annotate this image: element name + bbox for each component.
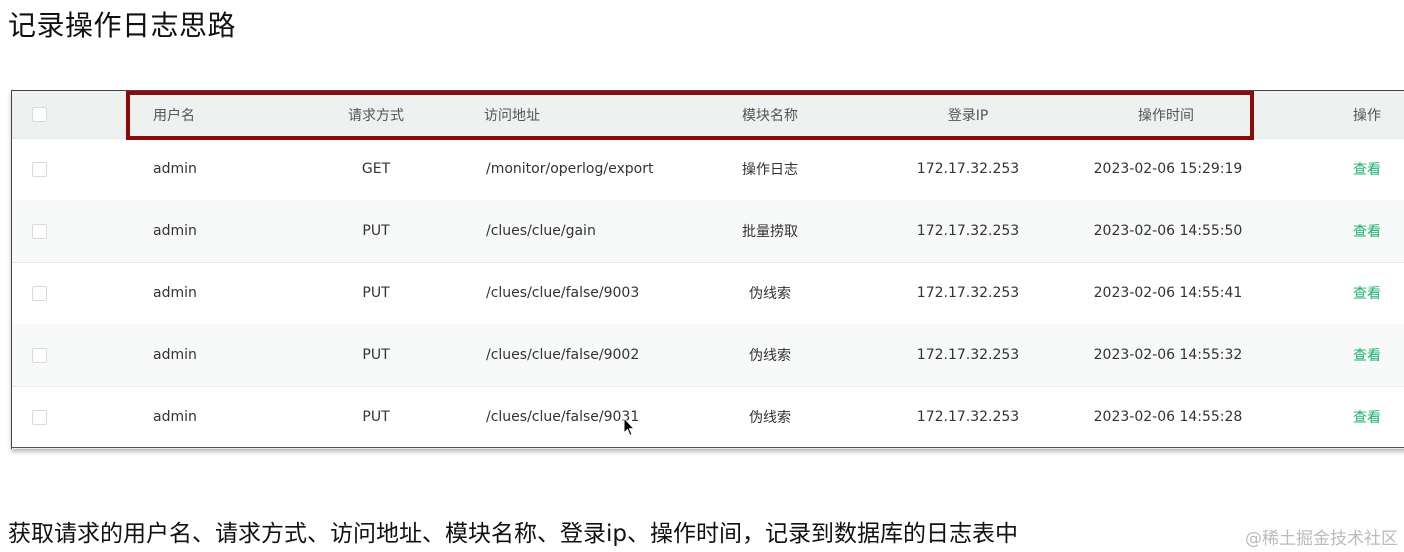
cell-time: 2023-02-06 15:29:19	[1093, 161, 1243, 177]
row-checkbox-cell	[32, 138, 47, 200]
cell-url: /clues/clue/false/9031	[486, 409, 640, 425]
view-link[interactable]: 查看	[1353, 283, 1381, 303]
cell-ip: 172.17.32.253	[916, 285, 1020, 301]
row-checkbox[interactable]	[32, 347, 47, 363]
cell-action: 查看	[1332, 262, 1402, 324]
cell-username: admin	[153, 347, 197, 363]
cell-module: 批量捞取	[742, 224, 798, 240]
header-checkbox-cell	[32, 91, 47, 138]
cell-time: 2023-02-06 14:55:32	[1093, 347, 1243, 363]
cell-method: PUT	[362, 223, 390, 239]
row-checkbox-cell	[32, 386, 47, 448]
cell-module: 伪线索	[749, 410, 791, 426]
row-checkbox[interactable]	[32, 161, 47, 177]
table-row: admin PUT/clues/clue/false/9002 伪线索 172.17.…	[12, 324, 1404, 387]
select-all-checkbox[interactable]	[32, 107, 47, 122]
page: 记录操作日志思路 用户名 请求方式 访问地址 模块名称 登录IP 操作时间 操作…	[0, 0, 1404, 552]
page-title: 记录操作日志思路	[8, 9, 237, 42]
cell-ip: 172.17.32.253	[916, 223, 1020, 239]
row-checkbox[interactable]	[32, 409, 47, 425]
row-checkbox[interactable]	[32, 285, 47, 301]
row-checkbox-cell	[32, 200, 47, 262]
cell-username: admin	[153, 223, 197, 239]
header-ip: 登录IP	[947, 107, 989, 124]
cell-module: 操作日志	[742, 162, 798, 178]
cell-url: /clues/clue/false/9003	[486, 285, 640, 301]
cell-method: PUT	[362, 285, 390, 301]
cell-module: 伪线索	[749, 286, 791, 302]
cell-username: admin	[153, 285, 197, 301]
cell-module: 伪线索	[749, 348, 791, 364]
cell-username: admin	[153, 161, 197, 177]
cell-action: 查看	[1332, 324, 1402, 386]
header-url: 访问地址	[484, 107, 540, 124]
table-row: admin GET/monitor/operlog/export 操作日志 172.1…	[12, 138, 1404, 201]
header-username: 用户名	[153, 107, 195, 124]
cell-url: /clues/clue/false/9002	[486, 347, 640, 363]
cell-action: 查看	[1332, 138, 1402, 200]
view-link[interactable]: 查看	[1353, 345, 1381, 365]
cell-method: GET	[361, 161, 391, 177]
row-checkbox[interactable]	[32, 223, 47, 239]
view-link[interactable]: 查看	[1353, 221, 1381, 241]
view-link[interactable]: 查看	[1353, 159, 1381, 179]
cell-ip: 172.17.32.253	[916, 347, 1020, 363]
cell-username: admin	[153, 409, 197, 425]
header-module: 模块名称	[742, 107, 798, 124]
cell-method: PUT	[362, 347, 390, 363]
cell-url: /monitor/operlog/export	[486, 161, 654, 177]
table-row: admin PUT/clues/clue/false/9031 伪线索 172.17.…	[12, 386, 1404, 449]
view-link[interactable]: 查看	[1353, 407, 1381, 427]
cell-ip: 172.17.32.253	[916, 409, 1020, 425]
table-row: admin PUT/clues/clue/false/9003 伪线索 172.17.…	[12, 262, 1404, 325]
header-method: 请求方式	[348, 107, 404, 124]
cell-action: 查看	[1332, 200, 1402, 262]
description-text: 获取请求的用户名、请求方式、访问地址、模块名称、登录ip、操作时间，记录到数据库…	[8, 521, 1018, 547]
header-time: 操作时间	[1138, 107, 1194, 124]
cell-method: PUT	[362, 409, 390, 425]
cell-time: 2023-02-06 14:55:41	[1093, 285, 1243, 301]
operation-log-table: 用户名 请求方式 访问地址 模块名称 登录IP 操作时间 操作 admin GET…	[11, 90, 1404, 449]
row-checkbox-cell	[32, 262, 47, 324]
cell-time: 2023-02-06 14:55:28	[1093, 409, 1243, 425]
cell-ip: 172.17.32.253	[916, 161, 1020, 177]
row-checkbox-cell	[32, 324, 47, 386]
mouse-cursor-icon	[623, 417, 635, 437]
table-row: admin PUT/clues/clue/gain 批量捞取 172.17.32.25…	[12, 200, 1404, 263]
cell-time: 2023-02-06 14:55:50	[1093, 223, 1243, 239]
table-header-row: 用户名 请求方式 访问地址 模块名称 登录IP 操作时间 操作	[12, 91, 1404, 139]
cell-url: /clues/clue/gain	[486, 223, 596, 239]
cell-action: 查看	[1332, 386, 1402, 448]
watermark: @稀土掘金技术社区	[1245, 529, 1398, 549]
header-action: 操作	[1353, 107, 1381, 124]
